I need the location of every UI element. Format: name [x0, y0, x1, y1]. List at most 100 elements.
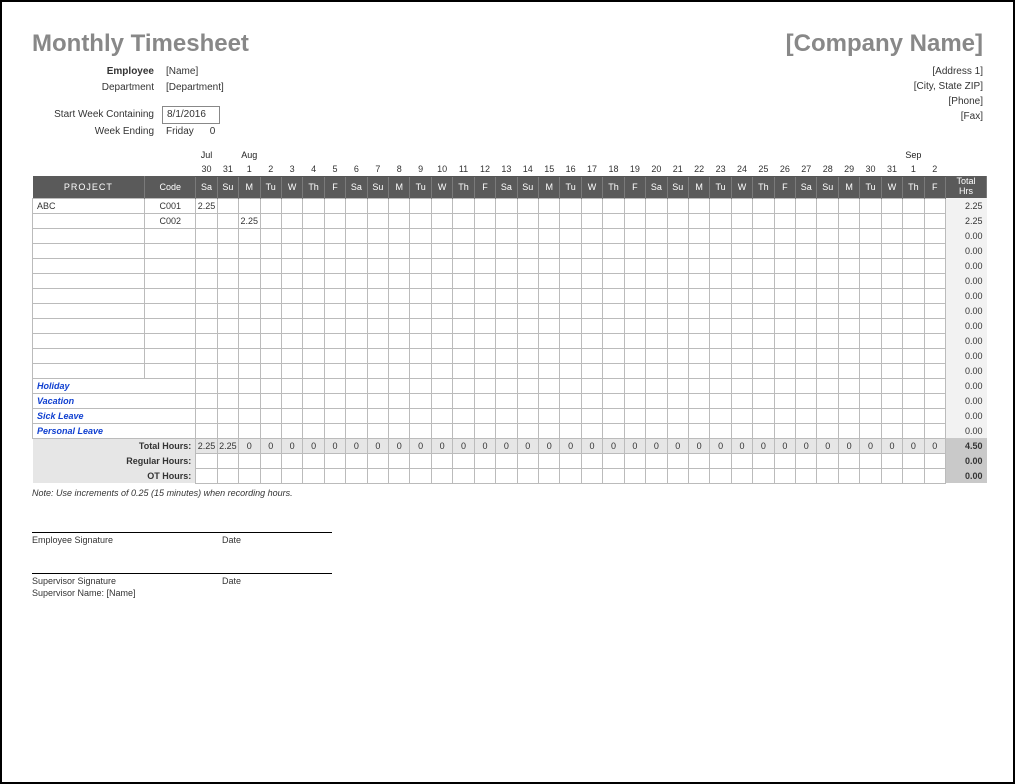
hours-cell[interactable]: [217, 228, 238, 243]
hours-cell[interactable]: [260, 348, 281, 363]
hours-cell[interactable]: [389, 363, 410, 378]
totals-cell[interactable]: [624, 468, 645, 483]
hours-cell[interactable]: [539, 288, 560, 303]
project-cell[interactable]: [33, 213, 145, 228]
hours-cell[interactable]: [367, 378, 388, 393]
hours-cell[interactable]: [860, 408, 881, 423]
hours-cell[interactable]: [324, 228, 345, 243]
hours-cell[interactable]: [539, 378, 560, 393]
hours-cell[interactable]: [817, 258, 838, 273]
hours-cell[interactable]: [924, 288, 945, 303]
hours-cell[interactable]: [496, 273, 517, 288]
hours-cell[interactable]: [517, 273, 538, 288]
totals-cell[interactable]: [774, 453, 795, 468]
hours-cell[interactable]: [539, 393, 560, 408]
hours-cell[interactable]: [324, 393, 345, 408]
hours-cell[interactable]: [474, 198, 495, 213]
hours-cell[interactable]: [646, 198, 667, 213]
hours-cell[interactable]: [303, 333, 324, 348]
hours-cell[interactable]: [260, 378, 281, 393]
hours-cell[interactable]: [581, 258, 602, 273]
totals-cell[interactable]: [474, 453, 495, 468]
hours-cell[interactable]: [239, 378, 260, 393]
totals-cell[interactable]: [239, 453, 260, 468]
hours-cell[interactable]: [324, 243, 345, 258]
hours-cell[interactable]: [474, 363, 495, 378]
hours-cell[interactable]: [881, 198, 902, 213]
hours-cell[interactable]: [217, 363, 238, 378]
hours-cell[interactable]: [389, 423, 410, 438]
hours-cell[interactable]: [688, 393, 709, 408]
hours-cell[interactable]: [796, 288, 817, 303]
hours-cell[interactable]: [860, 363, 881, 378]
hours-cell[interactable]: [581, 363, 602, 378]
hours-cell[interactable]: [603, 258, 624, 273]
hours-cell[interactable]: [303, 363, 324, 378]
hours-cell[interactable]: [239, 303, 260, 318]
hours-cell[interactable]: [431, 348, 452, 363]
hours-cell[interactable]: [410, 198, 431, 213]
hours-cell[interactable]: [281, 228, 302, 243]
hours-cell[interactable]: [346, 243, 367, 258]
hours-cell[interactable]: [860, 198, 881, 213]
hours-cell[interactable]: [496, 348, 517, 363]
hours-cell[interactable]: [281, 318, 302, 333]
hours-cell[interactable]: [753, 408, 774, 423]
hours-cell[interactable]: [517, 363, 538, 378]
hours-cell[interactable]: [603, 288, 624, 303]
hours-cell[interactable]: [389, 348, 410, 363]
hours-cell[interactable]: [603, 393, 624, 408]
hours-cell[interactable]: [410, 363, 431, 378]
hours-cell[interactable]: [924, 198, 945, 213]
hours-cell[interactable]: [260, 258, 281, 273]
hours-cell[interactable]: [731, 273, 752, 288]
hours-cell[interactable]: [838, 393, 859, 408]
hours-cell[interactable]: [624, 333, 645, 348]
totals-cell[interactable]: [260, 453, 281, 468]
hours-cell[interactable]: [474, 258, 495, 273]
hours-cell[interactable]: [731, 288, 752, 303]
hours-cell[interactable]: [603, 333, 624, 348]
hours-cell[interactable]: [431, 303, 452, 318]
hours-cell[interactable]: [539, 423, 560, 438]
hours-cell[interactable]: [903, 303, 924, 318]
hours-cell[interactable]: [603, 228, 624, 243]
hours-cell[interactable]: [303, 228, 324, 243]
hours-cell[interactable]: [431, 243, 452, 258]
hours-cell[interactable]: [217, 333, 238, 348]
hours-cell[interactable]: [753, 198, 774, 213]
hours-cell[interactable]: [624, 273, 645, 288]
hours-cell[interactable]: [796, 348, 817, 363]
hours-cell[interactable]: [624, 378, 645, 393]
hours-cell[interactable]: [646, 228, 667, 243]
totals-cell[interactable]: [924, 468, 945, 483]
hours-cell[interactable]: [517, 318, 538, 333]
hours-cell[interactable]: [239, 288, 260, 303]
hours-cell[interactable]: [474, 348, 495, 363]
hours-cell[interactable]: [239, 273, 260, 288]
hours-cell[interactable]: [217, 423, 238, 438]
hours-cell[interactable]: [624, 318, 645, 333]
hours-cell[interactable]: [367, 243, 388, 258]
hours-cell[interactable]: [367, 408, 388, 423]
hours-cell[interactable]: [260, 303, 281, 318]
hours-cell[interactable]: [731, 243, 752, 258]
hours-cell[interactable]: [774, 318, 795, 333]
hours-cell[interactable]: [817, 393, 838, 408]
totals-cell[interactable]: [817, 468, 838, 483]
hours-cell[interactable]: [303, 273, 324, 288]
hours-cell[interactable]: [710, 273, 731, 288]
hours-cell[interactable]: [474, 423, 495, 438]
totals-cell[interactable]: [303, 453, 324, 468]
hours-cell[interactable]: [539, 318, 560, 333]
hours-cell[interactable]: [774, 303, 795, 318]
totals-cell[interactable]: [838, 453, 859, 468]
hours-cell[interactable]: [753, 228, 774, 243]
hours-cell[interactable]: [474, 318, 495, 333]
hours-cell[interactable]: [431, 318, 452, 333]
hours-cell[interactable]: [710, 318, 731, 333]
hours-cell[interactable]: [217, 198, 238, 213]
hours-cell[interactable]: [367, 198, 388, 213]
hours-cell[interactable]: [560, 213, 581, 228]
totals-cell[interactable]: [281, 453, 302, 468]
